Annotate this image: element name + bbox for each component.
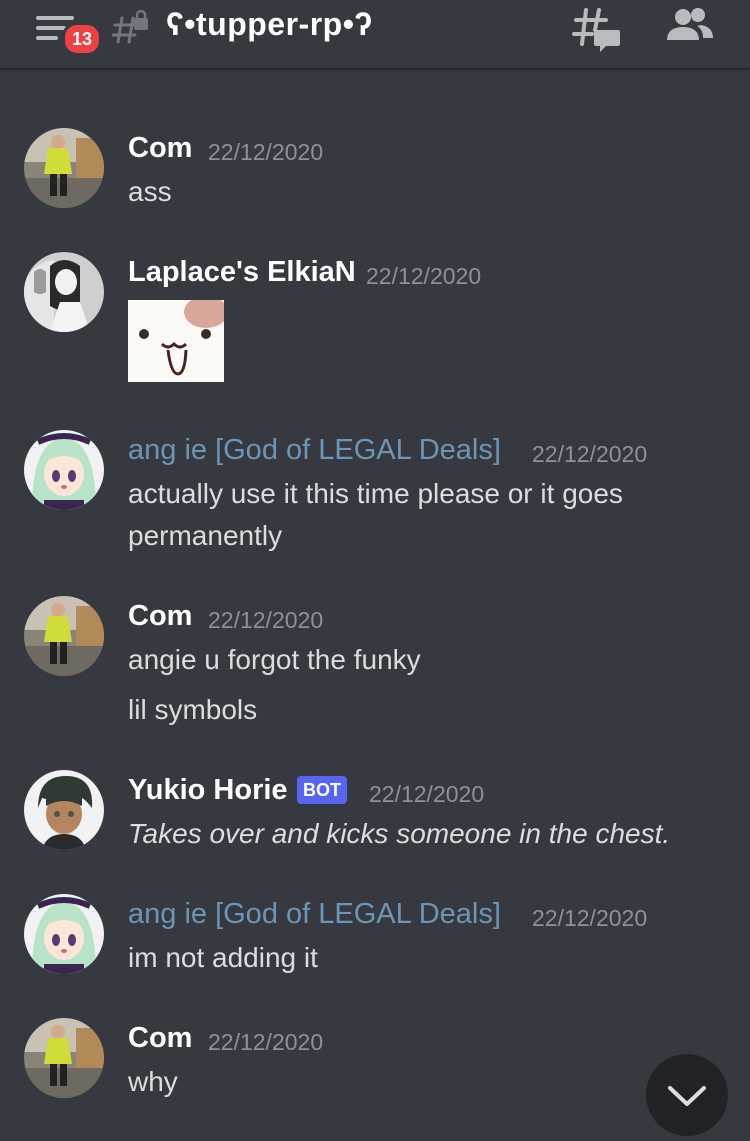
message-text: why [128,1066,178,1097]
message-timestamp: 22/12/2020 [208,139,324,165]
message-timestamp: 22/12/2020 [366,263,482,289]
message-timestamp: 22/12/2020 [369,781,485,807]
channel-header: 13 ʕ•tupper-rp•ʔ [0,0,750,69]
chevron-down-icon [668,1086,706,1106]
message-text: lil symbols [128,694,258,725]
avatar[interactable] [24,770,104,850]
message-text: Takes over and kicks someone in the ches… [128,818,671,849]
members-icon [667,8,713,40]
avatar[interactable] [24,252,104,332]
bot-tag: BOT [297,776,347,804]
message-text: actually use it this time please or it g… [128,478,623,509]
threads-button[interactable] [572,4,624,56]
channel-name: ʕ•tupper-rp•ʔ [166,6,373,42]
message-timestamp: 22/12/2020 [208,607,324,633]
avatar[interactable] [24,128,104,208]
message-author[interactable]: Laplace's ElkiaN [128,256,356,289]
avatar[interactable] [24,596,104,676]
message-text: im not adding it [128,942,318,973]
message-author[interactable]: ang ie [God of LEGAL Deals] [128,434,501,467]
message-author[interactable]: Com [128,600,192,633]
locked-channel-icon [112,9,148,44]
avatar[interactable] [24,430,104,510]
avatar[interactable] [24,1018,104,1098]
message-text: angie u forgot the funky [128,644,421,675]
message-author[interactable]: Yukio Horie [128,774,288,807]
message-author[interactable]: ang ie [God of LEGAL Deals] [128,898,501,931]
menu-button[interactable]: 13 [36,14,102,56]
message-timestamp: 22/12/2020 [532,441,648,467]
message-timestamp: 22/12/2020 [532,905,648,931]
jump-to-bottom-button[interactable] [646,1054,728,1136]
threads-icon [572,8,620,52]
message-author[interactable]: Com [128,1022,192,1055]
image-attachment[interactable] [128,300,224,382]
unread-badge: 13 [62,22,102,56]
message-author[interactable]: Com [128,132,192,165]
message-text: ass [128,176,172,207]
avatar[interactable] [24,894,104,974]
message-timestamp: 22/12/2020 [208,1029,324,1055]
members-button[interactable] [664,6,716,46]
message-text: permanently [128,520,283,551]
